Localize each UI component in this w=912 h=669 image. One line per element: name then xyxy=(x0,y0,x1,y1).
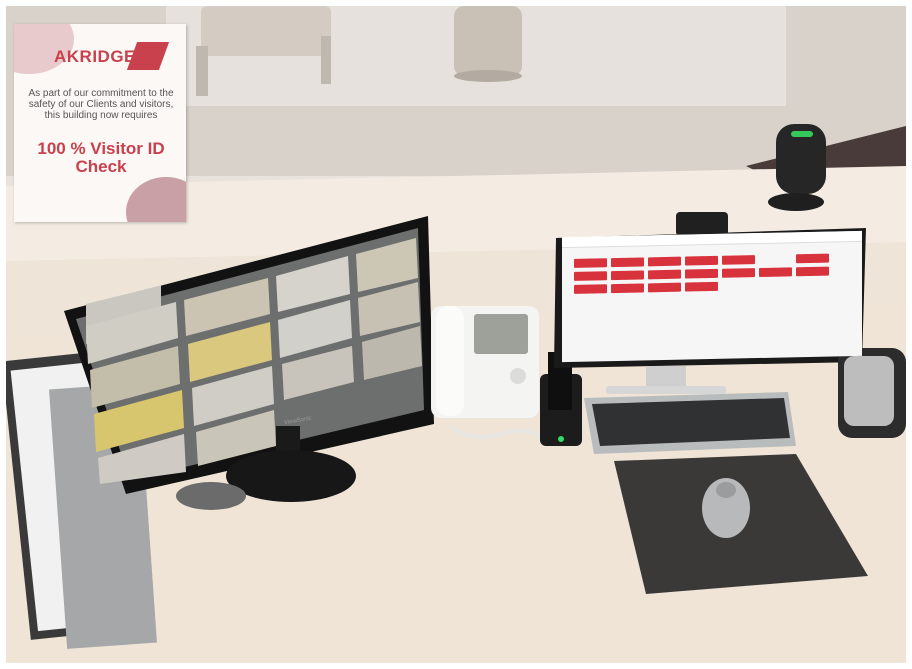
keyboard xyxy=(584,392,796,454)
lobby-stool xyxy=(454,6,522,82)
screen-tile xyxy=(722,281,755,291)
visitor-id-sign: AKRIDGE As part of our commitment to the… xyxy=(14,24,186,222)
label-printer xyxy=(838,348,906,438)
screen-tile xyxy=(685,268,718,279)
screen-tile xyxy=(685,255,718,266)
screen-tile xyxy=(796,280,829,290)
screen-tile xyxy=(759,280,792,290)
screen-tile xyxy=(574,284,607,294)
screen-tile xyxy=(722,268,755,278)
screen-tile xyxy=(796,253,829,264)
screen-tile xyxy=(574,271,607,281)
screen-tile xyxy=(611,270,644,281)
screen-tile-grid xyxy=(574,253,854,294)
sign-brand: AKRIDGE xyxy=(54,47,136,66)
screen-tile xyxy=(722,255,755,265)
photo-scene: AKRIDGE As part of our commitment to the… xyxy=(6,6,906,663)
screen-tile xyxy=(796,266,829,277)
barcode-scanner xyxy=(768,124,826,211)
sign-decoration xyxy=(126,177,186,222)
screen-tile xyxy=(759,254,792,264)
sign-headline: 100 % Visitor ID Check xyxy=(37,139,165,176)
screen-tile xyxy=(574,258,607,268)
screen-tile xyxy=(648,269,681,280)
screen-tile xyxy=(685,281,718,292)
screen-tile xyxy=(648,256,681,267)
screen-tile xyxy=(759,267,792,278)
screen-tile xyxy=(648,282,681,293)
sign-message: As part of our commitment to the safety … xyxy=(28,88,174,121)
left-mouse xyxy=(176,482,246,510)
screen-tile xyxy=(611,257,644,268)
right-monitor-screen xyxy=(562,230,862,363)
screen-tile xyxy=(611,283,644,294)
